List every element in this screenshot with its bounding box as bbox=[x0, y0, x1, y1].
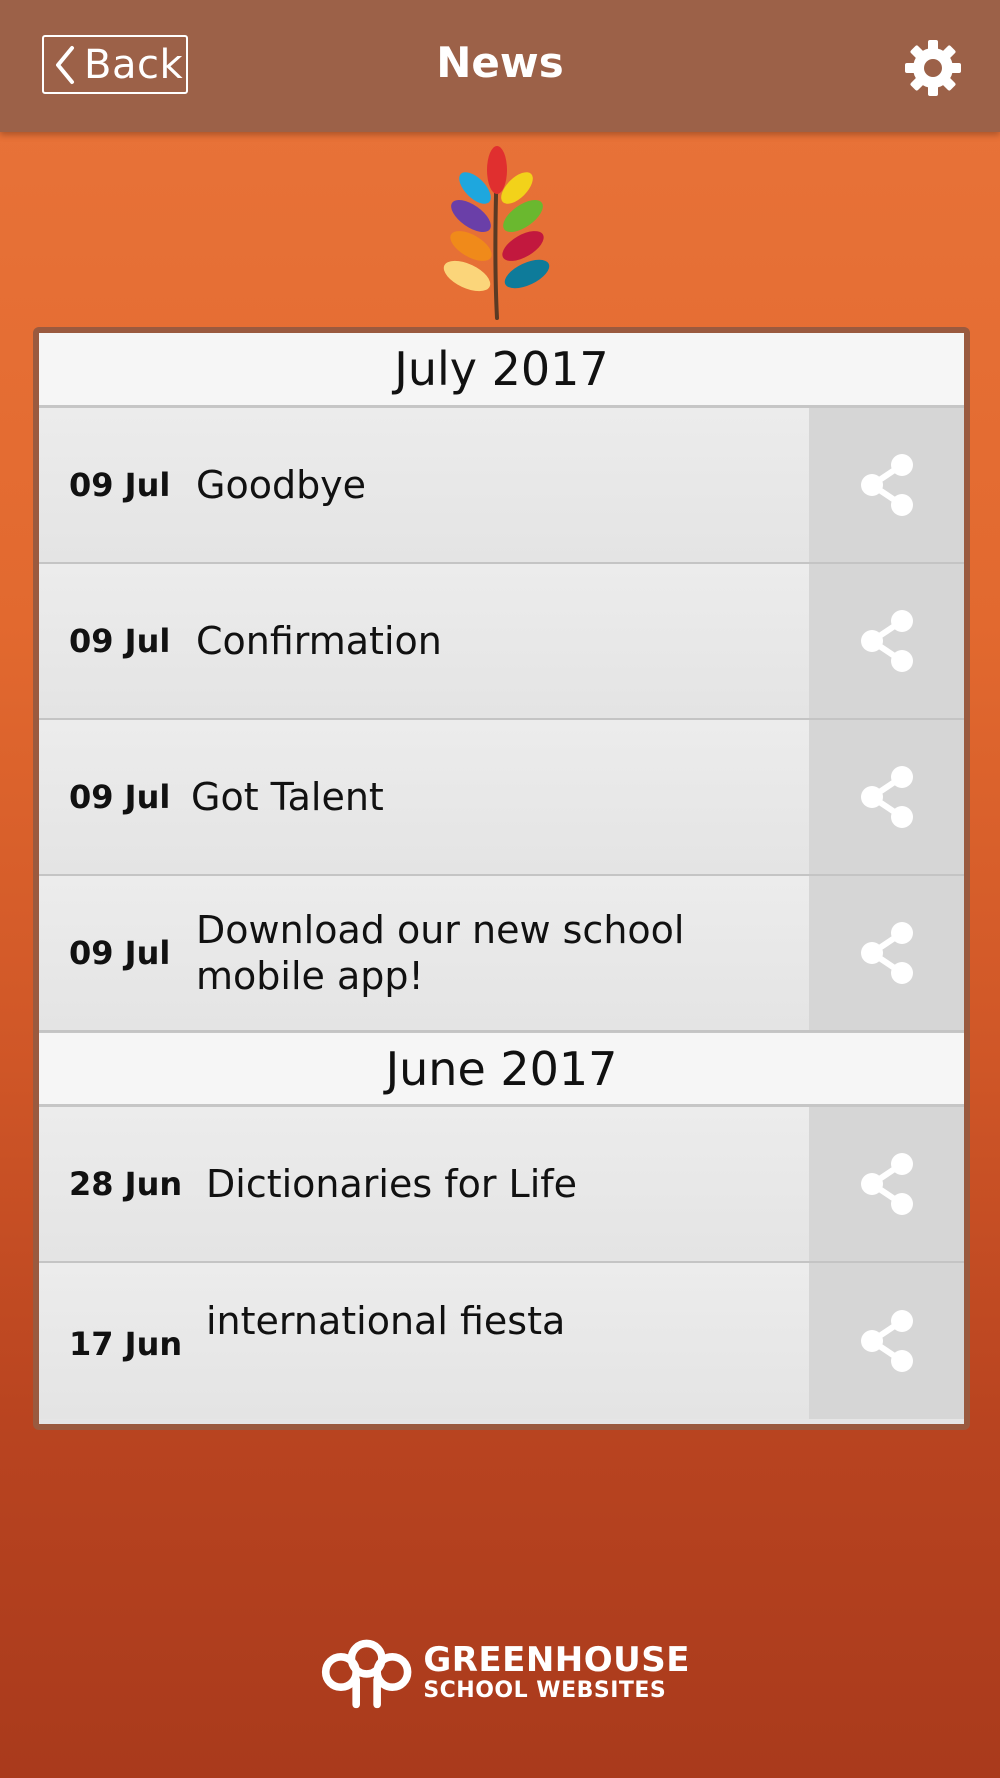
share-button[interactable] bbox=[809, 564, 964, 718]
news-item-content[interactable]: 09 Jul Goodbye bbox=[39, 408, 809, 562]
news-item[interactable]: 09 Jul Goodbye bbox=[39, 408, 964, 564]
share-icon bbox=[860, 1153, 913, 1215]
brand-line-2: SCHOOL WEBSITES bbox=[423, 1677, 667, 1703]
share-icon bbox=[860, 610, 913, 672]
share-button[interactable] bbox=[809, 1263, 964, 1419]
share-icon bbox=[860, 1310, 913, 1372]
greenhouse-brand: GREENHOUSE SCHOOL WEBSITES bbox=[320, 1632, 690, 1712]
share-button[interactable] bbox=[809, 408, 964, 562]
news-item-title: international fiesta bbox=[206, 1299, 566, 1343]
news-item[interactable]: 09 Jul Got Talent bbox=[39, 720, 964, 876]
news-item-content[interactable]: 28 Jun Dictionaries for Life bbox=[39, 1107, 809, 1261]
share-icon bbox=[860, 454, 913, 516]
news-item[interactable]: 28 Jun Dictionaries for Life bbox=[39, 1107, 964, 1263]
app-header: Back News bbox=[0, 0, 1000, 132]
news-item[interactable]: 17 Jun international fiesta bbox=[39, 1263, 964, 1419]
share-icon bbox=[860, 922, 913, 984]
month-header-july: July 2017 bbox=[39, 333, 964, 408]
news-list-panel: July 2017 09 Jul Goodbye 09 Jul Confirma… bbox=[33, 327, 970, 1430]
greenhouse-logo-icon bbox=[321, 1639, 412, 1709]
news-item[interactable]: 09 Jul Confirmation bbox=[39, 564, 964, 720]
news-item-content[interactable]: 09 Jul Confirmation bbox=[39, 564, 809, 718]
brand-wordmark: GREENHOUSE SCHOOL WEBSITES bbox=[423, 1643, 690, 1702]
news-item-date: 09 Jul bbox=[69, 778, 171, 816]
news-item-title: Dictionaries for Life bbox=[206, 1162, 578, 1206]
news-item-title: Download our new school mobile app! bbox=[196, 908, 685, 998]
news-item-date: 28 Jun bbox=[69, 1165, 183, 1203]
news-item-content[interactable]: 09 Jul Got Talent bbox=[39, 720, 809, 874]
leaf-logo-icon bbox=[443, 146, 550, 320]
month-header-june: June 2017 bbox=[39, 1032, 964, 1107]
gear-icon[interactable] bbox=[903, 38, 963, 98]
page-title: News bbox=[436, 38, 564, 87]
share-button[interactable] bbox=[809, 1107, 964, 1261]
share-button[interactable] bbox=[809, 876, 964, 1030]
news-item[interactable]: 09 Jul Download our new school mobile ap… bbox=[39, 876, 964, 1032]
news-item-date: 17 Jun bbox=[69, 1325, 183, 1363]
news-item-content[interactable]: 17 Jun international fiesta bbox=[39, 1263, 809, 1419]
share-icon bbox=[860, 766, 913, 828]
news-item-title: Confirmation bbox=[196, 619, 442, 663]
news-item-content[interactable]: 09 Jul Download our new school mobile ap… bbox=[39, 876, 809, 1030]
news-item-date: 09 Jul bbox=[69, 934, 171, 972]
news-item-title: Got Talent bbox=[191, 775, 384, 819]
share-button[interactable] bbox=[809, 720, 964, 874]
news-list: July 2017 09 Jul Goodbye 09 Jul Confirma… bbox=[39, 333, 964, 1424]
brand-line-1: GREENHOUSE bbox=[423, 1639, 690, 1680]
news-item-date: 09 Jul bbox=[69, 466, 171, 504]
news-item-title: Goodbye bbox=[196, 463, 367, 507]
news-item-date: 09 Jul bbox=[69, 622, 171, 660]
